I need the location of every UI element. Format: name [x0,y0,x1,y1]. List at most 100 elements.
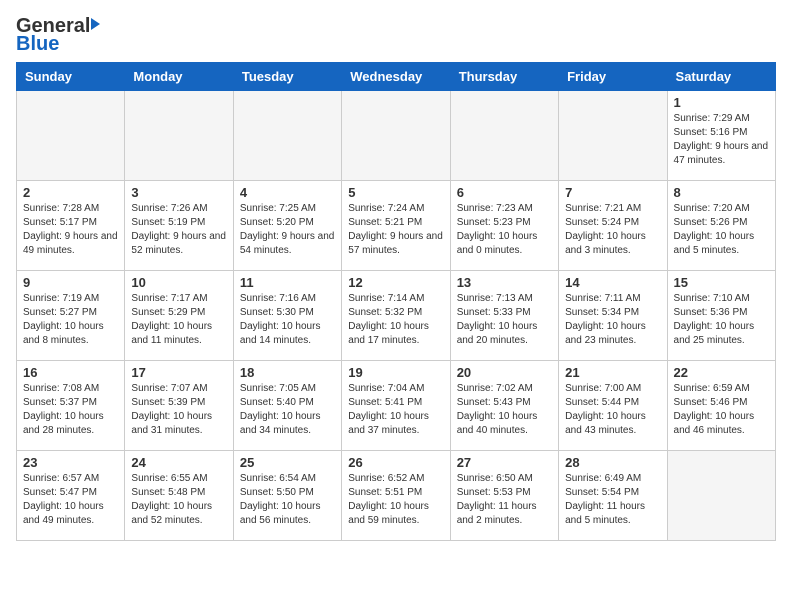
day-info: Sunrise: 7:08 AM Sunset: 5:37 PM Dayligh… [23,382,118,438]
weekday-header-tuesday: Tuesday [233,63,341,91]
day-number: 3 [131,185,226,200]
day-number: 24 [131,455,226,470]
day-info: Sunrise: 6:59 AM Sunset: 5:46 PM Dayligh… [674,382,769,438]
calendar-cell: 21 Sunrise: 7:00 AM Sunset: 5:44 PM Dayli… [559,361,667,451]
calendar-cell [667,451,775,541]
calendar-cell: 20 Sunrise: 7:02 AM Sunset: 5:43 PM Dayli… [450,361,558,451]
day-number: 20 [457,365,552,380]
day-info: Sunrise: 7:23 AM Sunset: 5:23 PM Dayligh… [457,202,552,258]
calendar-cell: 6 Sunrise: 7:23 AM Sunset: 5:23 PM Daylig… [450,181,558,271]
calendar-cell: 23 Sunrise: 6:57 AM Sunset: 5:47 PM Dayli… [17,451,125,541]
day-number: 15 [674,275,769,290]
day-info: Sunrise: 7:24 AM Sunset: 5:21 PM Dayligh… [348,202,443,258]
day-number: 9 [23,275,118,290]
calendar-cell: 19Sunrise: 7:04 AM Sunset: 5:41 PM Dayli… [342,361,450,451]
calendar-cell: 8 Sunrise: 7:20 AM Sunset: 5:26 PM Daylig… [667,181,775,271]
calendar-cell: 26 Sunrise: 6:52 AM Sunset: 5:51 PM Dayli… [342,451,450,541]
day-info: Sunrise: 6:52 AM Sunset: 5:51 PM Dayligh… [348,472,443,528]
day-info: Sunrise: 7:00 AM Sunset: 5:44 PM Dayligh… [565,382,660,438]
day-number: 16 [23,365,118,380]
day-info: Sunrise: 7:11 AM Sunset: 5:34 PM Dayligh… [565,292,660,348]
day-info: Sunrise: 7:19 AM Sunset: 5:27 PM Dayligh… [23,292,118,348]
weekday-header-saturday: Saturday [667,63,775,91]
day-number: 23 [23,455,118,470]
calendar-week-row: 16 Sunrise: 7:08 AM Sunset: 5:37 PM Dayli… [17,361,776,451]
calendar-cell: 16 Sunrise: 7:08 AM Sunset: 5:37 PM Dayli… [17,361,125,451]
day-info: Sunrise: 6:54 AM Sunset: 5:50 PM Dayligh… [240,472,335,528]
calendar-cell: 11 Sunrise: 7:16 AM Sunset: 5:30 PM Dayli… [233,271,341,361]
day-number: 10 [131,275,226,290]
day-number: 25 [240,455,335,470]
calendar-cell: 18 Sunrise: 7:05 AM Sunset: 5:40 PM Dayli… [233,361,341,451]
calendar-cell [125,91,233,181]
calendar-cell: 24 Sunrise: 6:55 AM Sunset: 5:48 PM Dayli… [125,451,233,541]
calendar-week-row: 2 Sunrise: 7:28 AM Sunset: 5:17 PM Daylig… [17,181,776,271]
calendar-cell: 2 Sunrise: 7:28 AM Sunset: 5:17 PM Daylig… [17,181,125,271]
calendar-cell: 1 Sunrise: 7:29 AM Sunset: 5:16 PM Daylig… [667,91,775,181]
day-info: Sunrise: 7:26 AM Sunset: 5:19 PM Dayligh… [131,202,226,258]
day-number: 27 [457,455,552,470]
day-number: 7 [565,185,660,200]
day-number: 18 [240,365,335,380]
calendar-cell [17,91,125,181]
calendar-cell: 13 Sunrise: 7:13 AM Sunset: 5:33 PM Dayli… [450,271,558,361]
day-info: Sunrise: 7:21 AM Sunset: 5:24 PM Dayligh… [565,202,660,258]
logo-triangle-icon [91,18,100,30]
weekday-header-thursday: Thursday [450,63,558,91]
day-info: Sunrise: 7:14 AM Sunset: 5:32 PM Dayligh… [348,292,443,348]
logo-blue-text: Blue [16,34,59,54]
day-number: 28 [565,455,660,470]
day-number: 26 [348,455,443,470]
calendar-cell: 12 Sunrise: 7:14 AM Sunset: 5:32 PM Dayli… [342,271,450,361]
day-number: 11 [240,275,335,290]
day-number: 19 [348,365,443,380]
calendar-cell: 22 Sunrise: 6:59 AM Sunset: 5:46 PM Dayli… [667,361,775,451]
calendar-cell: 5 Sunrise: 7:24 AM Sunset: 5:21 PM Daylig… [342,181,450,271]
day-info: Sunrise: 7:16 AM Sunset: 5:30 PM Dayligh… [240,292,335,348]
weekday-header-wednesday: Wednesday [342,63,450,91]
day-number: 17 [131,365,226,380]
day-info: Sunrise: 7:10 AM Sunset: 5:36 PM Dayligh… [674,292,769,348]
calendar-cell: 4 Sunrise: 7:25 AM Sunset: 5:20 PM Daylig… [233,181,341,271]
calendar-cell: 17Sunrise: 7:07 AM Sunset: 5:39 PM Dayli… [125,361,233,451]
calendar-week-row: 1 Sunrise: 7:29 AM Sunset: 5:16 PM Daylig… [17,91,776,181]
calendar-cell [342,91,450,181]
calendar-cell: 15 Sunrise: 7:10 AM Sunset: 5:36 PM Dayli… [667,271,775,361]
day-info: Sunrise: 6:49 AM Sunset: 5:54 PM Dayligh… [565,472,660,528]
calendar-cell: 7 Sunrise: 7:21 AM Sunset: 5:24 PM Daylig… [559,181,667,271]
weekday-header-monday: Monday [125,63,233,91]
day-info: Sunrise: 7:28 AM Sunset: 5:17 PM Dayligh… [23,202,118,258]
calendar-header-row: SundayMondayTuesdayWednesdayThursdayFrid… [17,63,776,91]
day-info: Sunrise: 7:05 AM Sunset: 5:40 PM Dayligh… [240,382,335,438]
calendar-cell: 14Sunrise: 7:11 AM Sunset: 5:34 PM Dayli… [559,271,667,361]
day-number: 12 [348,275,443,290]
day-info: Sunrise: 7:13 AM Sunset: 5:33 PM Dayligh… [457,292,552,348]
day-number: 4 [240,185,335,200]
day-info: Sunrise: 7:29 AM Sunset: 5:16 PM Dayligh… [674,112,769,168]
calendar-cell: 3 Sunrise: 7:26 AM Sunset: 5:19 PM Daylig… [125,181,233,271]
logo: General Blue [16,16,100,54]
day-number: 6 [457,185,552,200]
day-info: Sunrise: 6:57 AM Sunset: 5:47 PM Dayligh… [23,472,118,528]
calendar-cell: 27 Sunrise: 6:50 AM Sunset: 5:53 PM Dayli… [450,451,558,541]
weekday-header-sunday: Sunday [17,63,125,91]
calendar-cell: 9 Sunrise: 7:19 AM Sunset: 5:27 PM Daylig… [17,271,125,361]
day-info: Sunrise: 6:55 AM Sunset: 5:48 PM Dayligh… [131,472,226,528]
day-info: Sunrise: 7:20 AM Sunset: 5:26 PM Dayligh… [674,202,769,258]
calendar-cell: 25 Sunrise: 6:54 AM Sunset: 5:50 PM Dayli… [233,451,341,541]
calendar-cell [450,91,558,181]
day-info: Sunrise: 7:02 AM Sunset: 5:43 PM Dayligh… [457,382,552,438]
day-info: Sunrise: 6:50 AM Sunset: 5:53 PM Dayligh… [457,472,552,528]
calendar-cell: 28 Sunrise: 6:49 AM Sunset: 5:54 PM Dayli… [559,451,667,541]
day-number: 8 [674,185,769,200]
calendar-table: SundayMondayTuesdayWednesdayThursdayFrid… [16,62,776,541]
day-info: Sunrise: 7:25 AM Sunset: 5:20 PM Dayligh… [240,202,335,258]
day-number: 22 [674,365,769,380]
day-number: 1 [674,95,769,110]
day-number: 2 [23,185,118,200]
day-number: 5 [348,185,443,200]
page-header: General Blue [16,16,776,54]
weekday-header-friday: Friday [559,63,667,91]
day-number: 21 [565,365,660,380]
day-number: 13 [457,275,552,290]
